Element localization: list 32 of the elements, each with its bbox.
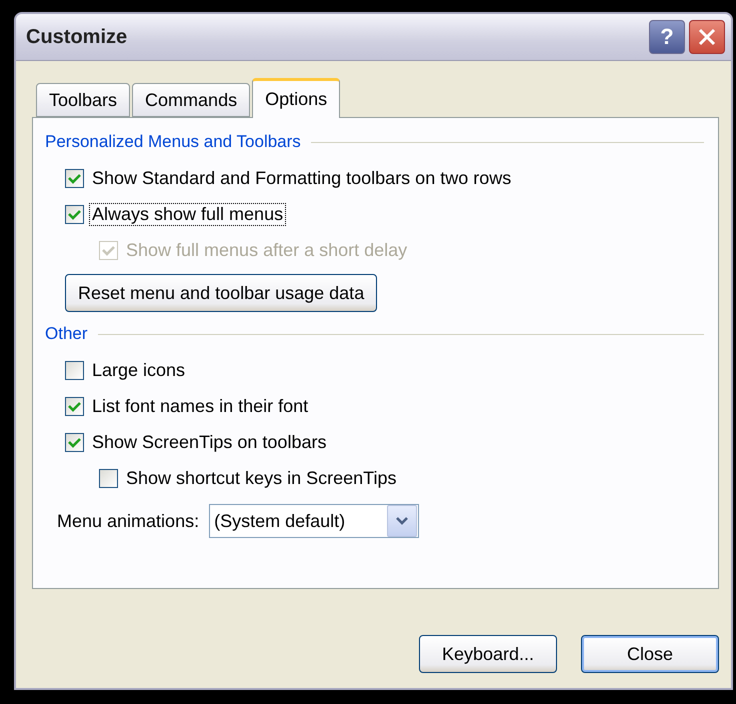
close-icon	[698, 28, 716, 46]
checkmark-icon	[68, 172, 81, 184]
checkbox[interactable]	[65, 360, 84, 380]
checkbox-label[interactable]: Large icons	[90, 360, 188, 380]
checkmark-icon	[68, 400, 81, 412]
dialog-button[interactable]: Keyboard...	[419, 635, 557, 673]
checkbox-label[interactable]: Show Standard and Formatting toolbars on two rows	[90, 168, 514, 188]
close-button[interactable]	[689, 20, 725, 54]
tab[interactable]: Options	[252, 78, 340, 118]
animation-dropdown[interactable]: (System default)	[209, 504, 420, 538]
section-title: Other	[45, 324, 88, 344]
checkbox-label[interactable]: Always show full menus	[90, 204, 286, 224]
checkbox[interactable]	[65, 396, 84, 416]
checkmark-icon	[68, 436, 81, 448]
reset-button[interactable]: Reset menu and toolbar usage data	[65, 274, 378, 312]
checkbox-label[interactable]: List font names in their font	[90, 396, 310, 416]
checkbox[interactable]	[99, 468, 118, 488]
checkbox[interactable]	[65, 204, 84, 224]
dialog-button[interactable]: Close	[581, 635, 719, 673]
checkbox-label[interactable]: Show shortcut keys in ScreenTips	[124, 468, 398, 488]
checkmark-icon	[68, 208, 81, 220]
tab[interactable]: Commands	[132, 83, 250, 117]
dropdown-label: Menu animations:	[56, 510, 200, 532]
window-title: Customize	[26, 26, 128, 48]
help-button[interactable]: ?	[649, 20, 685, 54]
chevron-down-icon	[395, 516, 410, 526]
checkmark-icon	[102, 244, 115, 256]
checkbox[interactable]	[65, 432, 84, 452]
section-title: Personalized Menus and Toolbars	[45, 132, 301, 152]
tab[interactable]: Toolbars	[36, 83, 130, 117]
checkbox[interactable]	[65, 168, 84, 188]
checkbox-label[interactable]: Show ScreenTips on toolbars	[90, 432, 328, 452]
